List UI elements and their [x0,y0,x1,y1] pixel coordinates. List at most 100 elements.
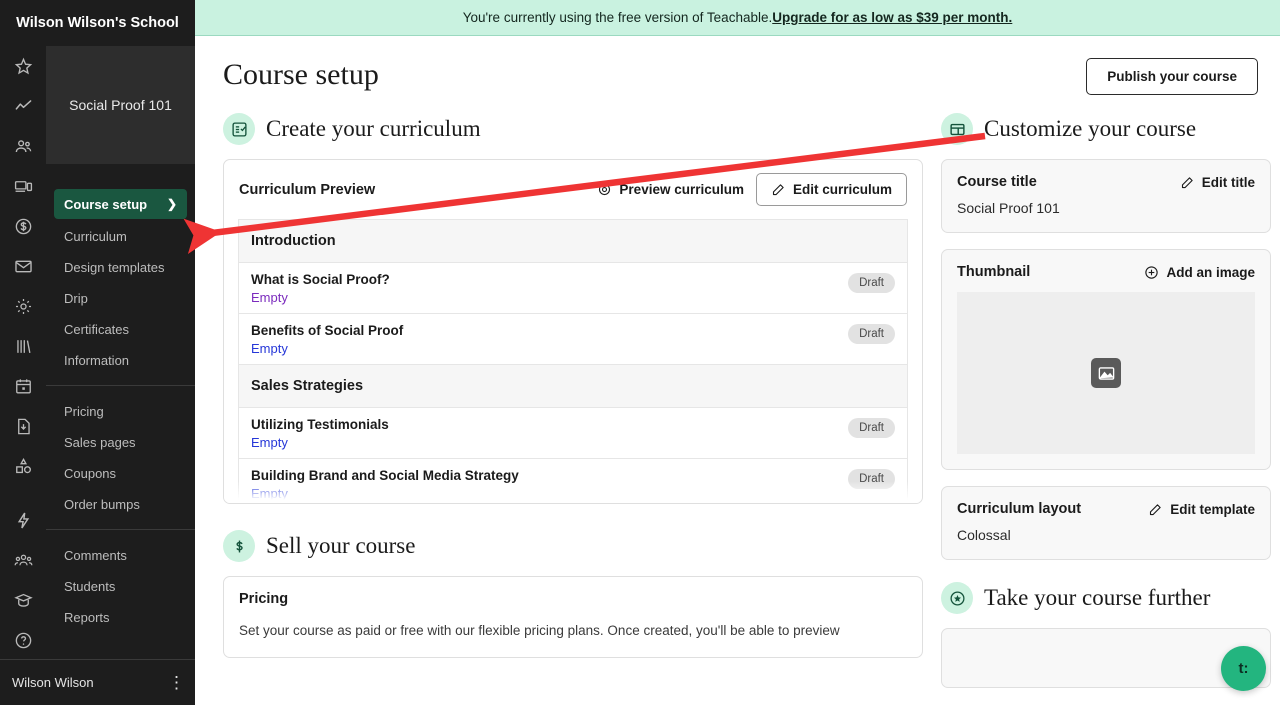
sidebar-group-engagement: Comments Students Reports [46,529,195,642]
sidebar-item-label: Drip [64,290,88,306]
curriculum-layout-card-header: Curriculum layout Edit template [942,487,1270,517]
sidebar-item-label: Certificates [64,321,130,337]
lecture-status-link[interactable]: Empty [251,290,390,305]
right-column: Customize your course Course title Edit … [941,113,1271,688]
star-icon[interactable] [0,46,46,86]
lecture-status-link[interactable]: Empty [251,435,389,450]
course-sidebar: Wilson Wilson's School Social Proof 101 … [0,0,195,705]
sidebar-item-comments[interactable]: Comments [54,541,187,569]
help-icon[interactable] [0,620,46,660]
community-icon[interactable] [0,540,46,580]
sidebar-item-design-templates[interactable]: Design templates [54,253,187,281]
edit-curriculum-label: Edit curriculum [792,182,892,197]
sidebar-item-label: Comments [64,547,127,563]
add-an-image-label: Add an image [1166,264,1255,280]
sidebar-item-drip[interactable]: Drip [54,284,187,312]
table-row[interactable]: What is Social Proof? Empty Draft [238,263,908,314]
thumbnail-card-header: Thumbnail Add an image [942,250,1270,280]
edit-template-button[interactable]: Edit template [1148,502,1255,517]
upgrade-banner: You're currently using the free version … [195,0,1280,36]
layout-icon [941,113,973,145]
curriculum-section-row: Introduction [238,220,908,263]
page-content: Course setup Publish your course Create … [195,36,1280,688]
sidebar-item-reports[interactable]: Reports [54,603,187,631]
sidebar-item-certificates[interactable]: Certificates [54,315,187,343]
school-name: Wilson Wilson's School [16,15,179,31]
lightning-icon[interactable] [0,500,46,540]
add-an-image-button[interactable]: Add an image [1144,265,1255,280]
sidebar-item-pricing[interactable]: Pricing [54,397,187,425]
table-row[interactable]: Building Brand and Social Media Strategy… [238,459,908,503]
lecture-info: Building Brand and Social Media Strategy… [251,468,519,501]
sidebar-item-students[interactable]: Students [54,572,187,600]
page-title: Course setup [223,58,379,91]
lecture-title: Building Brand and Social Media Strategy [251,468,519,483]
sidebar-item-sales-pages[interactable]: Sales pages [54,428,187,456]
thumbnail-placeholder[interactable] [957,292,1255,454]
graduation-icon[interactable] [0,580,46,620]
preview-curriculum-label: Preview curriculum [619,182,744,197]
file-download-icon[interactable] [0,406,46,446]
lecture-status-link[interactable]: Empty [251,341,403,356]
lecture-info: Utilizing Testimonials Empty [251,417,389,450]
curriculum-preview-card: Curriculum Preview Preview curriculum Ed… [223,159,923,504]
lecture-info: Benefits of Social Proof Empty [251,323,403,356]
course-title-card: Course title Edit title Social Proof 101 [941,159,1271,233]
thumbnail-label: Thumbnail [957,264,1031,280]
upgrade-banner-text: You're currently using the free version … [462,10,773,25]
page-header: Course setup Publish your course [223,36,1258,95]
edit-title-button[interactable]: Edit title [1180,175,1255,190]
curriculum-section-row: Sales Strategies [238,365,908,408]
gear-icon[interactable] [0,286,46,326]
section-title: Customize your course [984,116,1197,141]
sidebar-group-setup: Course setup ❯ Curriculum Design templat… [46,178,195,385]
preview-curriculum-button[interactable]: Preview curriculum [597,182,744,197]
sidebar-item-coupons[interactable]: Coupons [54,459,187,487]
pricing-card: Pricing Set your course as paid or free … [223,576,923,658]
customize-course-heading: Customize your course [941,113,1271,145]
user-menu-icon[interactable]: ⋮ [168,674,195,691]
sidebar-item-label: Order bumps [64,496,140,512]
users-icon[interactable] [0,126,46,166]
devices-icon[interactable] [0,166,46,206]
course-title-value: Social Proof 101 [957,200,1060,216]
sidebar-item-order-bumps[interactable]: Order bumps [54,490,187,518]
shapes-icon[interactable] [0,446,46,486]
sidebar-item-curriculum[interactable]: Curriculum [54,222,187,250]
calendar-icon[interactable] [0,366,46,406]
pencil-icon [1180,175,1195,190]
analytics-icon[interactable] [0,86,46,126]
sidebar-item-label: Pricing [64,403,104,419]
section-title: Sell your course [266,533,416,558]
sidebar-footer: Wilson Wilson ⋮ [0,659,195,705]
sidebar-item-course-setup[interactable]: Course setup ❯ [54,189,187,219]
lecture-status-link[interactable]: Empty [251,486,519,501]
envelope-icon[interactable] [0,246,46,286]
dollar-circle-icon[interactable] [0,206,46,246]
lecture-title: What is Social Proof? [251,272,390,287]
sidebar-group-sales: Pricing Sales pages Coupons Order bumps [46,385,195,529]
lecture-title: Utilizing Testimonials [251,417,389,432]
curriculum-list: Introduction What is Social Proof? Empty… [238,219,908,503]
publish-course-button[interactable]: Publish your course [1086,58,1258,95]
sidebar-course-name: Social Proof 101 [46,46,195,164]
upgrade-link[interactable]: Upgrade for as low as $39 per month. [772,10,1012,25]
table-row[interactable]: Utilizing Testimonials Empty Draft [238,408,908,459]
curriculum-preview-actions: Preview curriculum Edit curriculum [597,173,907,206]
sidebar-item-label: Sales pages [64,434,136,450]
sidebar-item-label: Course setup [64,196,148,212]
pencil-icon [771,182,786,197]
current-user-name: Wilson Wilson [12,675,94,690]
edit-curriculum-button[interactable]: Edit curriculum [755,173,907,206]
library-icon[interactable] [0,326,46,366]
take-further-card [941,628,1271,688]
status-badge: Draft [848,273,895,293]
edit-template-label: Edit template [1170,501,1255,517]
primary-icon-rail [0,0,46,705]
table-row[interactable]: Benefits of Social Proof Empty Draft [238,314,908,365]
chat-widget-button[interactable]: t: [1221,646,1266,691]
sidebar-item-information[interactable]: Information [54,346,187,374]
sidebar-item-label: Design templates [64,259,165,275]
section-title: Create your curriculum [266,116,481,141]
curriculum-layout-card: Curriculum layout Edit template Colossal [941,486,1271,560]
